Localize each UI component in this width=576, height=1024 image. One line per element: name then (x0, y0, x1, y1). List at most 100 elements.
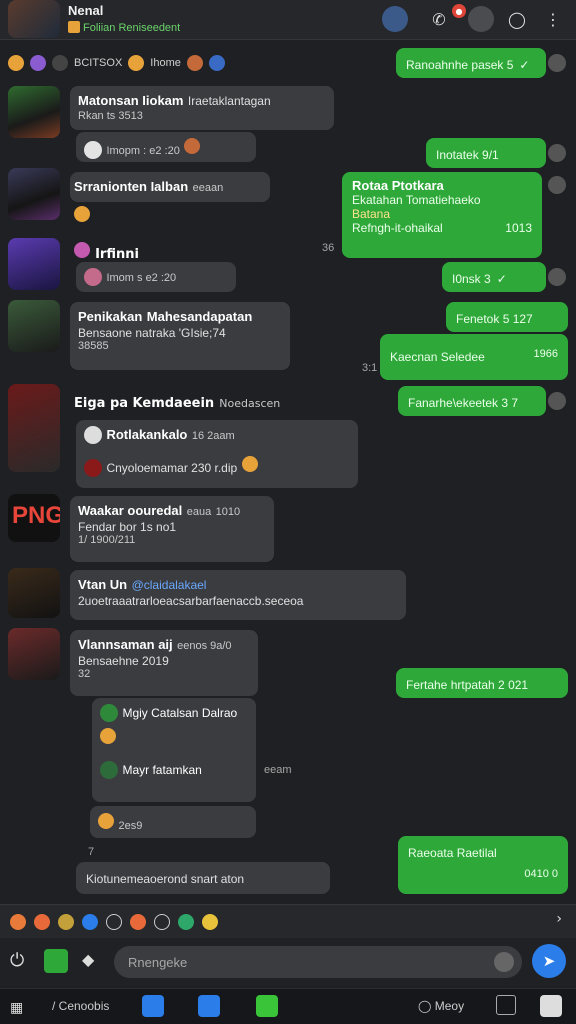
pinned-text: Ihome (150, 57, 181, 69)
incoming-message[interactable]: 2es9 (90, 806, 256, 838)
tray-icon[interactable] (540, 995, 562, 1017)
emoji-icon (30, 55, 46, 71)
app-icon[interactable] (142, 995, 164, 1017)
avatar[interactable] (8, 300, 60, 352)
incoming-message[interactable]: Mgiy Catalsan Dalrao Mayr fatamkan (92, 698, 256, 802)
avatar (100, 761, 118, 780)
read-check-icon: ✓ (496, 272, 507, 286)
chat-title[interactable]: Nenal (68, 3, 103, 18)
send-icon[interactable]: ➤ (532, 944, 566, 978)
emoji-icon[interactable] (10, 913, 26, 930)
incoming-message[interactable]: Vtan Un @claidalakael 2uoetraaatrarloeac… (70, 570, 406, 620)
outgoing-message[interactable]: Raeoata Raetilal 0410 0 (398, 836, 568, 894)
avatar[interactable]: PNG (8, 494, 60, 542)
outgoing-message[interactable]: Fanarhe\ekeetek 3 7 (398, 386, 546, 416)
phone-icon[interactable]: ✆ (426, 6, 452, 32)
taskbar: ▦ / Cenoobis ◯ Meoy (0, 988, 576, 1024)
taskbar-item[interactable]: ◯ Meoy (418, 999, 464, 1013)
outgoing-message[interactable]: Ranoahnhe pasek 5 ✓ (396, 48, 546, 78)
clock-icon[interactable] (106, 913, 122, 930)
emoji-icon (208, 55, 225, 71)
emoji-icon[interactable] (202, 913, 218, 930)
emoji-icon (184, 138, 201, 154)
group-avatar[interactable] (8, 0, 60, 38)
outgoing-message[interactable]: Kaecnan Seledee 1966 (380, 334, 568, 380)
emoji-bar: › (0, 904, 576, 938)
incoming-message[interactable]: Imopm : e2 :20 (76, 132, 256, 162)
outgoing-message[interactable]: Fenetok 5 127 (446, 302, 568, 332)
emoji-icon (98, 813, 114, 829)
avatar (548, 268, 566, 286)
reaction-row[interactable] (74, 206, 90, 226)
emoji-icon (241, 456, 258, 473)
emoji-icon (128, 55, 145, 71)
timestamp: 7 (88, 846, 95, 858)
chat-header: Nenal Foliian Reniseedent ✆ ● ◯ ⋮ (0, 0, 576, 40)
outgoing-message[interactable]: I0nsk 3 ✓ (442, 262, 546, 292)
tray-icon[interactable] (496, 995, 516, 1015)
incoming-message[interactable]: Rotlakankalo 16 2aam Cnyoloemamar 230 r.… (76, 420, 358, 488)
emoji-icon (74, 242, 90, 258)
app-icon[interactable] (178, 913, 194, 930)
emoji-icon (186, 55, 203, 71)
emoji-icon[interactable] (34, 913, 50, 930)
avatar[interactable] (8, 568, 60, 618)
chat-bubble-icon[interactable]: ◯ (504, 6, 530, 32)
message-header: Eiga pa Kemdaeein Noedascen (74, 396, 281, 411)
emoji-icon (8, 55, 24, 71)
power-icon[interactable]: ⏻ (10, 950, 24, 971)
timestamp: 3:1 (362, 362, 378, 374)
chevron-right-icon[interactable]: › (556, 911, 562, 927)
incoming-message[interactable]: Matonsan Iiokam Iraetaklantagan Rkan ts … (70, 86, 334, 130)
avatar (548, 176, 566, 194)
message-header: Irfinni (74, 242, 139, 262)
sticker-icon[interactable] (58, 913, 74, 930)
composer-bar: ⏻ ◆ ➤ (0, 938, 576, 986)
avatar (548, 144, 566, 162)
avatar (100, 704, 118, 722)
pinned-bar[interactable]: BCITSOX Ihome (0, 46, 390, 80)
emoji-icon (100, 728, 116, 745)
avatar-icon (52, 55, 68, 71)
pinned-text: BCITSOX (74, 57, 123, 69)
taskbar-item[interactable]: / Cenoobis (52, 999, 109, 1013)
read-check-icon: ✓ (519, 58, 530, 72)
outgoing-message[interactable]: Rotaa Ptotkara Ekatahan Tomatiehaeko Bat… (342, 172, 542, 258)
avatar (84, 459, 102, 477)
more-menu-icon[interactable]: ⋮ (540, 6, 566, 32)
app-icon[interactable] (198, 995, 220, 1017)
incoming-message[interactable]: Vlannsaman aij eenos 9a/0 Bensaehne 2019… (70, 630, 258, 696)
avatar[interactable] (8, 628, 60, 680)
avatar[interactable] (8, 168, 60, 220)
camera-icon[interactable] (44, 949, 68, 973)
incoming-message[interactable]: Kiotunemeaoerond snart aton (76, 862, 330, 894)
member-avatar[interactable] (382, 6, 408, 32)
avatar (548, 392, 566, 410)
share-icon[interactable] (154, 913, 170, 930)
app-icon[interactable] (256, 995, 278, 1017)
incoming-message[interactable]: Imom s e2 :20 (76, 262, 236, 292)
gif-icon[interactable] (82, 913, 98, 930)
notification-badge: ● (452, 4, 466, 18)
attach-icon[interactable]: ◆ (82, 950, 94, 969)
outgoing-message[interactable]: Inotatek 9/1 (426, 138, 546, 168)
avatar (548, 54, 566, 72)
avatar[interactable] (8, 238, 60, 290)
message-input[interactable] (114, 946, 522, 978)
mention-link[interactable]: @claidalakael (132, 578, 207, 592)
incoming-message[interactable]: Waakar oouredal eaua 1010 Fendar bor 1s … (70, 496, 274, 562)
app-icon[interactable] (130, 913, 146, 930)
avatar (84, 268, 102, 286)
timestamp: 36 (322, 242, 335, 254)
badge-icon (68, 21, 80, 33)
start-grid-icon[interactable]: ▦ (10, 999, 23, 1016)
avatar[interactable] (8, 86, 60, 138)
avatar (84, 140, 102, 159)
incoming-message[interactable]: Srranionten Ialban eeaan (70, 172, 270, 202)
incoming-message[interactable]: Penikakan Mahesandapatan Bensaone natrak… (70, 302, 290, 370)
emoji-icon (74, 206, 90, 222)
emoji-picker-icon[interactable] (494, 952, 514, 972)
avatar[interactable] (8, 384, 60, 472)
status-icon[interactable] (468, 6, 494, 32)
outgoing-message[interactable]: Fertahe hrtpatah 2 021 (396, 668, 568, 698)
